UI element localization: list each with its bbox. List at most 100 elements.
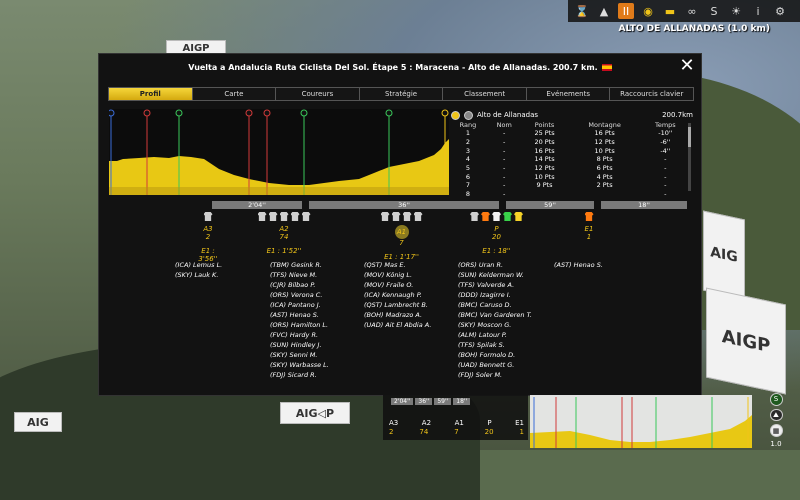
s-logo-icon[interactable]: S	[706, 3, 722, 19]
rider-name[interactable]: (MOV) König L.	[364, 270, 431, 280]
rider-name[interactable]: (TFS) Nieve M.	[270, 270, 329, 280]
rider-name[interactable]: (SKY) Senni M.	[270, 350, 329, 360]
spain-flag-icon	[601, 63, 612, 71]
group-e1[interactable]: E1 1	[577, 212, 601, 241]
table-cell: 20 Pts	[534, 138, 555, 147]
mini-group-count: 2	[389, 428, 394, 436]
rider-name[interactable]: (UAD) Ait El Abdia A.	[364, 320, 431, 330]
table-cell: -	[503, 146, 506, 155]
rider-name[interactable]: (SKY) Lauk K.	[175, 270, 222, 280]
gap-segment: 36''	[309, 201, 499, 209]
elevation-area	[109, 139, 449, 195]
table-cell: 1	[465, 129, 471, 138]
rider-name[interactable]: (SUN) Kelderman W.	[458, 270, 532, 280]
group-a1[interactable]: A1 7 E1 : 1'17''	[364, 212, 439, 261]
rider-name[interactable]: (FVC) Hardy R.	[270, 330, 329, 340]
rider-name[interactable]: (BOH) Formolo D.	[458, 350, 532, 360]
group-label: A1	[364, 225, 439, 239]
rider-name[interactable]: (SUN) Hindley J.	[270, 340, 329, 350]
stage-profile-chart[interactable]	[107, 109, 449, 195]
rider-name[interactable]: (TBM) Gesink R.	[270, 260, 329, 270]
mini-profile-chart[interactable]	[530, 395, 752, 448]
climb-marker-icon[interactable]	[300, 109, 308, 117]
sprint-marker-icon[interactable]	[245, 109, 253, 117]
start-marker-icon[interactable]	[107, 109, 115, 117]
rider-name[interactable]: (ORS) Uran R.	[458, 260, 532, 270]
rider-name[interactable]: (FDJ) Soler M.	[458, 370, 532, 380]
climb-marker-icon[interactable]	[385, 109, 393, 117]
pause-button[interactable]: II	[618, 3, 634, 19]
settings-icon[interactable]: ⚙	[772, 3, 788, 19]
rider-name[interactable]: (ICA) Kennaugh P.	[364, 290, 431, 300]
rider-name[interactable]: (CJR) Bilbao P.	[270, 280, 329, 290]
aigp-banner-sign: AIG◁P	[280, 402, 350, 424]
finish-flag-icon[interactable]: ▦	[769, 424, 783, 438]
table-cell: -4''	[660, 146, 671, 155]
tab-strategie[interactable]: Stratégie	[359, 88, 444, 100]
tab-evenements[interactable]: Evénements	[526, 88, 611, 100]
climb-select-icon[interactable]	[451, 110, 460, 120]
hourglass-icon[interactable]: ⌛	[574, 3, 590, 19]
jersey-icon[interactable]: ▬	[662, 3, 678, 19]
table-cell: -	[503, 138, 506, 147]
climb-marker-icon[interactable]	[175, 109, 183, 117]
table-scrollbar[interactable]	[688, 123, 691, 191]
close-button[interactable]: ✕	[679, 57, 695, 75]
tab-coureurs[interactable]: Coureurs	[276, 88, 360, 100]
rider-name[interactable]: (BOH) Madrazo A.	[364, 310, 431, 320]
rider-name[interactable]: (DDD) Izagirre I.	[458, 290, 532, 300]
rider-name[interactable]: (MOV) Fraile O.	[364, 280, 431, 290]
table-cell: -6''	[660, 138, 671, 147]
rider-name[interactable]: (QST) Lambrecht B.	[364, 300, 431, 310]
group-peloton[interactable]: P 20 E1 : 18''	[459, 212, 534, 255]
rider-name[interactable]: (ICA) Pantano J.	[270, 300, 329, 310]
table-row: 2 - 20 Pts 12 Pts -6''	[449, 138, 689, 147]
column-header: Temps	[654, 121, 676, 129]
tab-classement[interactable]: Classement	[443, 88, 527, 100]
jersey-icon	[514, 212, 523, 221]
tab-raccourcis-clavier[interactable]: Raccourcis clavier	[610, 88, 694, 100]
rider-name[interactable]: (UAD) Bennett G.	[458, 360, 532, 370]
rider-list-a1: (QST) Mas E. (MOV) König L. (MOV) Fraile…	[364, 260, 431, 330]
rider-name[interactable]: (SKY) Moscon G.	[458, 320, 532, 330]
info-icon[interactable]: i	[750, 3, 766, 19]
rider-name[interactable]: (ICA) Lemus L.	[175, 260, 222, 270]
group-count: 74	[279, 233, 289, 241]
rider-name[interactable]: (ALM) Latour P.	[458, 330, 532, 340]
mini-gap-segment: 59''	[434, 398, 452, 405]
table-cell: -	[664, 172, 667, 181]
group-time: E1 : 1'52''	[266, 247, 302, 255]
table-row: 3 - 16 Pts 10 Pts -4''	[449, 146, 689, 155]
rider-name[interactable]: (SKY) Warbasse L.	[270, 360, 329, 370]
rider-name[interactable]: (AST) Henao S.	[270, 310, 329, 320]
finish-marker-icon[interactable]	[441, 109, 449, 117]
mini-groups-panel[interactable]: 2'04'' 36'' 59'' 18'' A3 A2 A1 P E1 2 74…	[383, 395, 528, 440]
jersey-icon	[470, 212, 479, 221]
rider-name[interactable]: (TFS) Valverde A.	[458, 280, 532, 290]
rider-name[interactable]: (ORS) Hamilton L.	[270, 320, 329, 330]
rider-name[interactable]: (BMC) Van Garderen T.	[458, 310, 532, 320]
group-jerseys	[577, 212, 601, 222]
mini-group-count: 7	[454, 428, 459, 436]
sprint-icon[interactable]: S	[769, 393, 783, 406]
table-row: 5 - 12 Pts 6 Pts -	[449, 164, 689, 173]
rider-name[interactable]: (BMC) Caruso D.	[458, 300, 532, 310]
rider-name[interactable]: (AST) Henao S.	[554, 260, 603, 270]
rider-name[interactable]: (FDJ) Sicard R.	[270, 370, 329, 380]
climb-icon[interactable]: ⛰	[769, 408, 783, 422]
rider-name[interactable]: (TFS) Spilak S.	[458, 340, 532, 350]
rider-name[interactable]: (QST) Mas E.	[364, 260, 431, 270]
group-a2[interactable]: A2 74 E1 : 1'52''	[244, 212, 324, 255]
tab-profil[interactable]: Profil	[109, 88, 193, 100]
sprint-marker-icon[interactable]	[143, 109, 151, 117]
sprint-marker-icon[interactable]	[263, 109, 271, 117]
speed-icon[interactable]: ▲	[596, 3, 612, 19]
binoculars-icon[interactable]: ∞	[684, 3, 700, 19]
mini-group-label: P	[487, 419, 492, 427]
group-a3[interactable]: A3 2 E1 : 3'56''	[194, 212, 222, 263]
tab-carte[interactable]: Carte	[192, 88, 277, 100]
eye-icon[interactable]: ◉	[640, 3, 656, 19]
rider-name[interactable]: (ORS) Verona C.	[270, 290, 329, 300]
weather-icon[interactable]: ☀	[728, 3, 744, 19]
table-header-row: Rang Nom Points Montagne Temps	[449, 121, 689, 129]
